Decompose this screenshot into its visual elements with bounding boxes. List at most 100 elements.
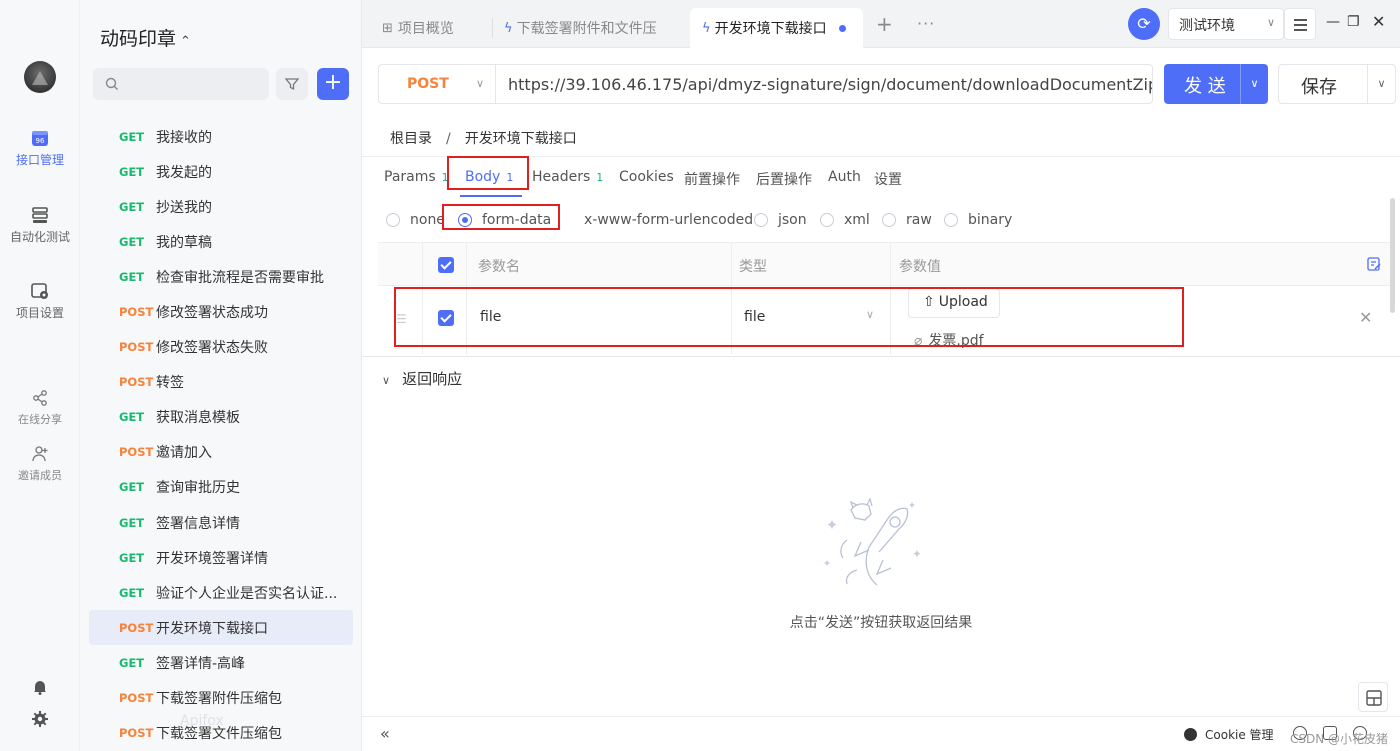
method-badge: POST [119,340,154,355]
rail-label: 接口管理 [15,153,64,167]
subtab-headers[interactable]: Headers 1 [532,169,603,185]
gear-icon[interactable] [32,711,48,727]
api-list: GET 我接收的 GET 我发起的 GET 抄送我的 GET 我的草稿 GET 检查审批流程是否需… [89,119,353,751]
env-menu-button[interactable] [1284,8,1316,40]
api-name: 修改签署状态成功 [156,305,268,322]
api-list-item[interactable]: GET 我发起的 [89,154,353,189]
method-badge: GET [119,585,145,600]
response-section-toggle[interactable]: ∨ 返回响应 [382,368,462,389]
api-list-item[interactable]: POST 转签 [89,365,353,400]
api-list-item[interactable]: GET 检查审批流程是否需要审批 [89,259,353,294]
subtab-pre-script[interactable]: 前置操作 [684,169,740,189]
col-header-name: 参数名 [478,259,520,275]
new-tab-button[interactable]: + [876,12,893,36]
layout-toggle-button[interactable] [1358,682,1388,712]
api-list-item[interactable]: GET 签署详情-高峰 [89,645,353,680]
body-type-raw[interactable]: raw [882,212,932,228]
tab-bar: ⊞ 项目概览 ϟ 下载签署附件和文件压 ϟ 开发环境下载接口 + ··· ⟳ 测试环境… [362,0,1400,48]
highlight-box-body-tab [447,156,529,190]
api-list-item[interactable]: GET 我接收的 [89,119,353,154]
close-window-button[interactable]: ✕ [1372,12,1385,31]
api-list-item[interactable]: POST 开发环境下载接口 [89,610,353,646]
rail-item-project-settings[interactable]: 项目设置 [0,282,80,321]
chevron-down-icon: ∨ [475,77,484,90]
select-all-checkbox[interactable] [438,257,454,273]
scrollbar[interactable] [1390,198,1395,313]
send-dropdown-chevron-icon[interactable]: ∨ [1240,64,1268,104]
subtab-cookies[interactable]: Cookies [619,169,674,185]
api-name: 我的草稿 [156,234,212,251]
api-list-item[interactable]: GET 签署信息详情 [89,505,353,540]
api-list-item[interactable]: POST 邀请加入 [89,435,353,470]
send-button[interactable]: 发 送 ∨ [1164,64,1268,104]
api-list-item[interactable]: GET 抄送我的 [89,189,353,224]
response-empty-hint: 点击“发送”按钮获取返回结果 [789,615,973,631]
maximize-button[interactable]: ❐ [1347,14,1360,30]
left-rail: 96 接口管理 自动化测试 项目设置 在线分享 邀请成员 [0,0,80,751]
tab-label: 项目概览 [397,21,454,37]
rail-item-share[interactable]: 在线分享 [0,389,80,427]
body-type-json[interactable]: json [754,212,807,228]
bulk-edit-icon[interactable] [1367,257,1381,271]
more-tabs-button[interactable]: ··· [917,14,935,33]
subtab-params[interactable]: Params 1 [384,169,449,185]
subtab-post-script[interactable]: 后置操作 [756,169,812,189]
api-name: 下载签署附件压缩包 [156,691,282,708]
body-type-none[interactable]: none [386,212,445,228]
api-list-item[interactable]: GET 开发环境签署详情 [89,540,353,575]
tab-download-attachments[interactable]: ϟ 下载签署附件和文件压 [492,8,662,48]
save-button[interactable]: 保存 ∨ [1278,64,1396,104]
api-list-item[interactable]: GET 查询审批历史 [89,470,353,505]
collapse-sidebar-button[interactable]: « [380,724,390,743]
rail-item-automation[interactable]: 自动化测试 [0,206,80,245]
api-name: 我发起的 [156,164,212,181]
body-type-urlencoded[interactable]: x-www-form-urlencoded [560,212,753,228]
api-list-item[interactable]: GET 验证个人企业是否实名认证... [89,575,353,610]
delete-row-icon[interactable]: ✕ [1359,308,1372,327]
save-dropdown-chevron-icon[interactable]: ∨ [1367,65,1395,103]
rail-label: 邀请成员 [18,469,62,482]
bell-icon[interactable] [32,679,48,695]
add-api-button[interactable]: + [317,68,349,100]
api-name: 签署详情-高峰 [156,655,246,672]
api-name: 开发环境签署详情 [156,550,268,567]
tab-dev-download[interactable]: ϟ 开发环境下载接口 [690,8,863,48]
method-badge: POST [119,691,154,706]
cookie-manager-button[interactable]: Cookie 管理 [1184,726,1274,743]
api-list-item[interactable]: GET 获取消息模板 [89,400,353,435]
api-tree-panel: 动码印章 ⌃ + GET 我接收的 GET 我发起的 GET 抄送我的 GET 我的草稿 GET 检… [80,0,362,751]
api-list-item[interactable]: GET 我的草稿 [89,224,353,259]
subtab-auth[interactable]: Auth [828,169,861,185]
radio-icon [944,213,958,227]
api-name: 邀请加入 [156,445,212,462]
minimize-button[interactable]: — [1326,14,1340,30]
avatar[interactable] [24,61,56,93]
api-list-item[interactable]: POST 修改签署状态成功 [89,294,353,329]
api-name: 抄送我的 [156,199,212,216]
highlight-box-form-data [442,204,560,230]
method-badge: GET [119,199,145,214]
breadcrumb-root[interactable]: 根目录 [390,131,432,147]
rail-item-api-management[interactable]: 96 接口管理 [0,129,80,168]
tab-project-overview[interactable]: ⊞ 项目概览 [370,8,466,48]
rail-item-invite[interactable]: 邀请成员 [0,445,80,483]
url-input[interactable]: https://39.106.46.175/api/dmyz-signature… [495,64,1153,104]
body-type-xml[interactable]: xml [820,212,870,228]
breadcrumb-current: 开发环境下载接口 [464,131,577,147]
body-type-binary[interactable]: binary [944,212,1012,228]
filter-button[interactable] [276,68,308,100]
method-select[interactable]: POST ∨ [378,64,496,104]
environment-select[interactable]: 测试环境 ∨ [1168,8,1284,40]
api-list-item[interactable]: POST 下载签署附件压缩包 [89,681,353,716]
empty-state-illustration-icon [824,497,921,586]
active-tab-underline [460,195,522,197]
environment-label: 测试环境 [1179,18,1235,34]
subtab-settings[interactable]: 设置 [874,169,902,189]
method-badge: GET [119,410,145,425]
project-switcher[interactable]: 动码印章 ⌃ [100,24,191,51]
api-list-item[interactable]: POST 修改签署状态失败 [89,330,353,365]
plus-icon: + [323,70,343,95]
tree-search-input[interactable] [93,68,269,100]
sync-env-button[interactable]: ⟳ [1128,8,1160,40]
radio-icon [882,213,896,227]
